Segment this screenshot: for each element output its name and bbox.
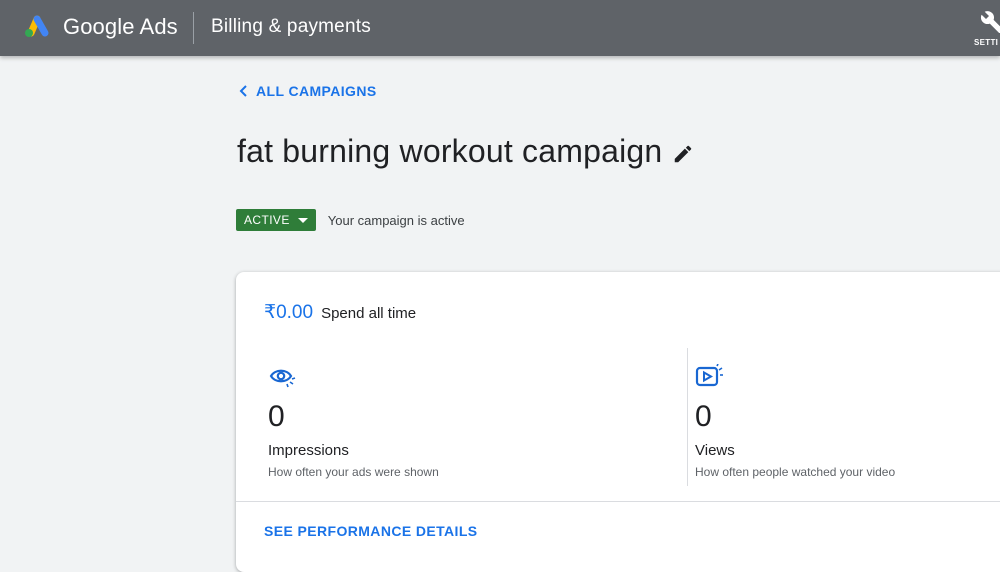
- impressions-label: Impressions: [268, 442, 349, 459]
- status-dropdown[interactable]: ACTIVE: [236, 209, 316, 231]
- spend-row: ₹0.00 Spend all time: [264, 301, 416, 324]
- settings-button[interactable]: SETTI: [972, 10, 1000, 50]
- see-performance-details-link[interactable]: SEE PERFORMANCE DETAILS: [264, 523, 478, 539]
- status-label: ACTIVE: [244, 213, 290, 227]
- campaign-summary-card: ₹0.00 Spend all time 0 Impressions How o…: [236, 272, 1000, 572]
- views-value: 0: [695, 400, 712, 433]
- campaign-title-row: fat burning workout campaign: [237, 133, 694, 170]
- spend-label: Spend all time: [321, 305, 417, 322]
- status-row: ACTIVE Your campaign is active: [236, 209, 465, 231]
- spend-amount: ₹0.00: [264, 302, 314, 323]
- wrench-icon: [980, 11, 1000, 33]
- header-divider: [193, 12, 194, 44]
- chevron-left-icon: [239, 85, 247, 97]
- all-campaigns-label: ALL CAMPAIGNS: [256, 83, 377, 99]
- impressions-description: How often your ads were shown: [268, 465, 439, 479]
- brand-name: Google Ads: [63, 14, 178, 39]
- google-ads-logo-icon[interactable]: [22, 13, 52, 39]
- views-label: Views: [695, 442, 735, 459]
- page-title-header: Billing & payments: [211, 16, 371, 37]
- impressions-metric: 0 Impressions How often your ads were sh…: [268, 364, 668, 479]
- top-app-bar: Google Ads Billing & payments SETTI: [0, 0, 1000, 56]
- all-campaigns-link[interactable]: ALL CAMPAIGNS: [237, 82, 377, 100]
- caret-down-icon: [297, 217, 308, 223]
- metric-column-divider: [687, 348, 688, 486]
- settings-label: SETTI: [974, 38, 999, 47]
- pencil-edit-icon[interactable]: [672, 143, 694, 165]
- card-divider: [236, 501, 1000, 502]
- campaign-title: fat burning workout campaign: [237, 133, 663, 169]
- status-description: Your campaign is active: [327, 212, 465, 228]
- eye-icon: [269, 369, 296, 388]
- video-play-icon: [695, 364, 723, 387]
- impressions-value: 0: [268, 400, 285, 433]
- views-description: How often people watched your video: [695, 465, 896, 479]
- views-metric: 0 Views How often people watched your vi…: [695, 364, 1000, 479]
